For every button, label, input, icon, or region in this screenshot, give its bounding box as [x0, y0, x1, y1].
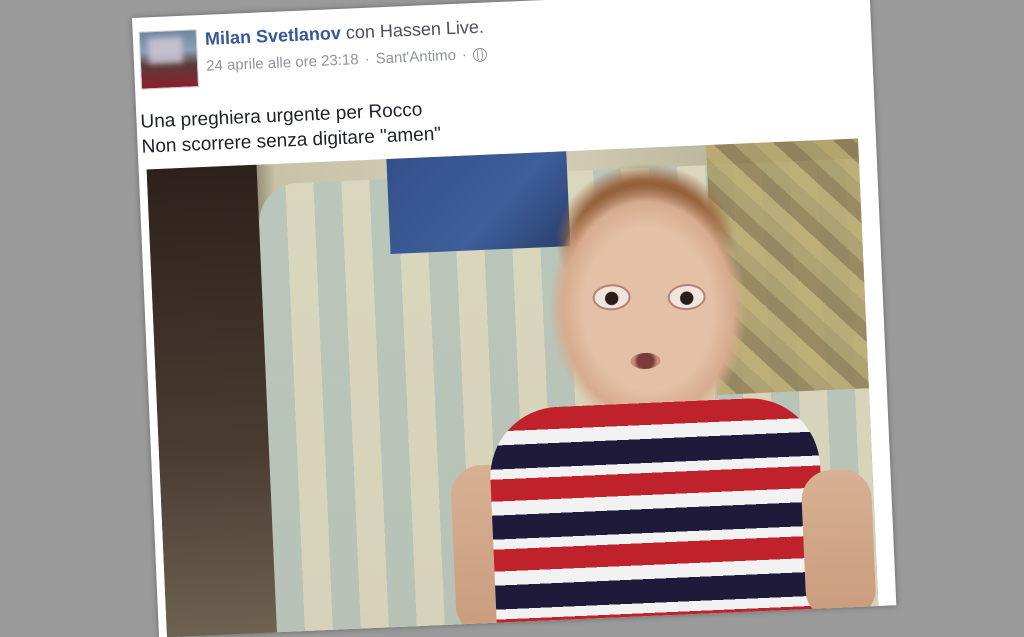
photo-background-left	[146, 164, 278, 637]
post-card: Milan Svetlanov con Hassen Live. 24 apri…	[132, 0, 897, 637]
post-header: Milan Svetlanov con Hassen Live. 24 apri…	[205, 17, 488, 75]
photo-arm-right	[800, 468, 877, 622]
post-timestamp[interactable]: 24 aprile alle ore 23:18	[206, 51, 359, 75]
author-name-link[interactable]: Milan Svetlanov	[205, 23, 342, 49]
photo-striped-shirt	[487, 395, 828, 637]
author-line: Milan Svetlanov con Hassen Live.	[205, 17, 487, 50]
photo-face	[542, 178, 753, 418]
meta-separator: ·	[364, 50, 371, 68]
globe-icon[interactable]	[472, 47, 488, 62]
meta-separator-2: ·	[461, 46, 468, 64]
tagged-user-link[interactable]: Hassen Live.	[379, 17, 484, 42]
avatar-blur	[147, 36, 184, 65]
post-meta: 24 aprile alle ore 23:18 · Sant'Antimo ·	[206, 46, 488, 75]
post-text: Una preghiera urgente per Rocco Non scor…	[140, 97, 442, 160]
with-text: con	[345, 21, 376, 43]
avatar[interactable]	[138, 29, 200, 90]
post-location[interactable]: Sant'Antimo	[375, 47, 456, 67]
post-photo[interactable]	[146, 138, 879, 637]
